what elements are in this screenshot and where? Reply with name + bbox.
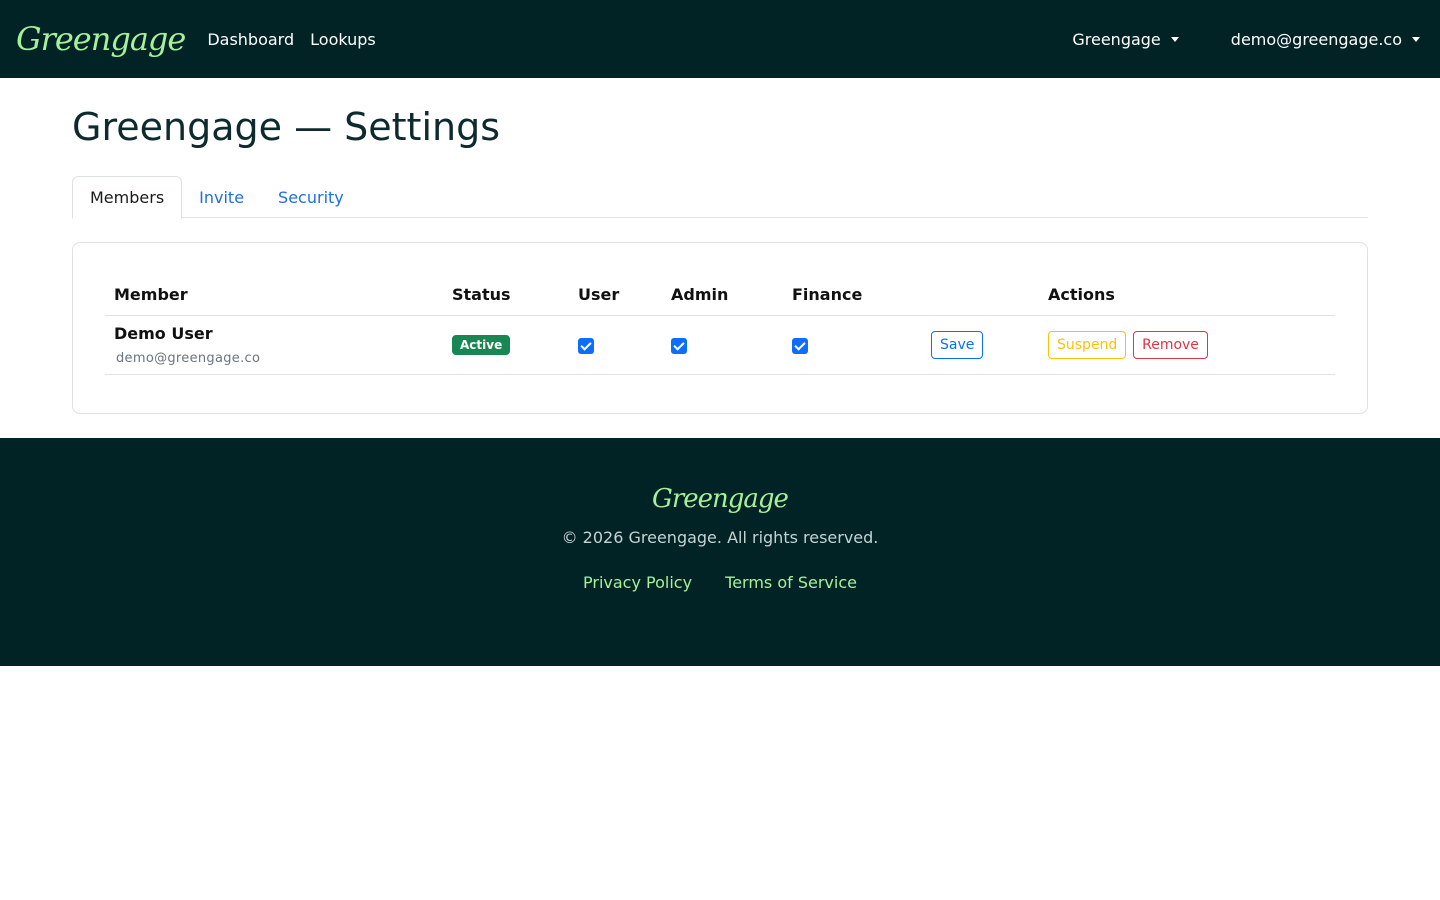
header-status: Status bbox=[443, 275, 569, 316]
settings-tabs: Members Invite Security bbox=[72, 176, 1368, 219]
footer-brand-logo: Greengage bbox=[652, 484, 789, 514]
caret-down-icon bbox=[1170, 36, 1179, 42]
suspend-button[interactable]: Suspend bbox=[1048, 331, 1127, 359]
privacy-policy-link[interactable]: Privacy Policy bbox=[583, 573, 692, 592]
member-name: Demo User bbox=[114, 324, 213, 343]
table-row: Demo User demo@greengage.co Active Save … bbox=[105, 315, 1335, 375]
admin-role-checkbox[interactable] bbox=[671, 337, 687, 354]
header-user: User bbox=[569, 275, 662, 316]
org-dropdown[interactable]: Greengage bbox=[1072, 29, 1179, 49]
member-cell: Demo User demo@greengage.co bbox=[105, 315, 443, 375]
user-role-checkbox[interactable] bbox=[578, 337, 594, 354]
footer-links: Privacy Policy Terms of Service bbox=[0, 573, 1440, 592]
footer-copyright: © 2026 Greengage. All rights reserved. bbox=[561, 528, 879, 547]
terms-of-service-link[interactable]: Terms of Service bbox=[725, 573, 857, 592]
members-table: Member Status User Admin Finance Actions… bbox=[105, 275, 1335, 375]
members-card: Member Status User Admin Finance Actions… bbox=[72, 242, 1368, 414]
header-admin: Admin bbox=[662, 275, 783, 316]
status-cell: Active bbox=[443, 315, 569, 375]
save-cell: Save bbox=[922, 315, 1039, 375]
member-email: demo@greengage.co bbox=[116, 351, 261, 366]
header-spacer bbox=[922, 275, 1039, 316]
actions-cell: Suspend Remove bbox=[1039, 315, 1335, 375]
caret-down-icon bbox=[1412, 36, 1420, 42]
nav-link-dashboard[interactable]: Dashboard bbox=[207, 30, 294, 49]
brand-logo[interactable]: Greengage bbox=[16, 20, 186, 58]
status-badge: Active bbox=[452, 335, 511, 355]
tab-security[interactable]: Security bbox=[261, 176, 361, 218]
save-button[interactable]: Save bbox=[931, 331, 984, 359]
finance-role-cell bbox=[783, 315, 922, 375]
header-actions: Actions bbox=[1039, 275, 1335, 316]
main-content: Greengage — Settings Members Invite Secu… bbox=[0, 104, 1440, 414]
admin-role-cell bbox=[662, 315, 783, 375]
remove-button[interactable]: Remove bbox=[1133, 331, 1208, 359]
user-dropdown-label: demo@greengage.co bbox=[1230, 29, 1402, 49]
header-finance: Finance bbox=[783, 275, 922, 316]
user-dropdown[interactable]: demo@greengage.co bbox=[1231, 30, 1420, 49]
site-footer: Greengage © 2026 Greengage. All rights r… bbox=[0, 438, 1440, 666]
tab-members[interactable]: Members bbox=[72, 176, 183, 219]
user-role-cell bbox=[569, 315, 662, 375]
page-title: Greengage — Settings bbox=[72, 105, 501, 149]
nav-link-lookups[interactable]: Lookups bbox=[310, 30, 376, 49]
table-header-row: Member Status User Admin Finance Actions bbox=[105, 275, 1335, 316]
top-navbar: Greengage Dashboard Lookups Greengage de… bbox=[0, 0, 1440, 78]
tab-invite[interactable]: Invite bbox=[182, 176, 261, 218]
org-dropdown-label: Greengage bbox=[1072, 29, 1161, 49]
navbar-right: Greengage demo@greengage.co bbox=[1072, 0, 1420, 78]
finance-role-checkbox[interactable] bbox=[792, 337, 808, 354]
header-member: Member bbox=[105, 275, 443, 316]
